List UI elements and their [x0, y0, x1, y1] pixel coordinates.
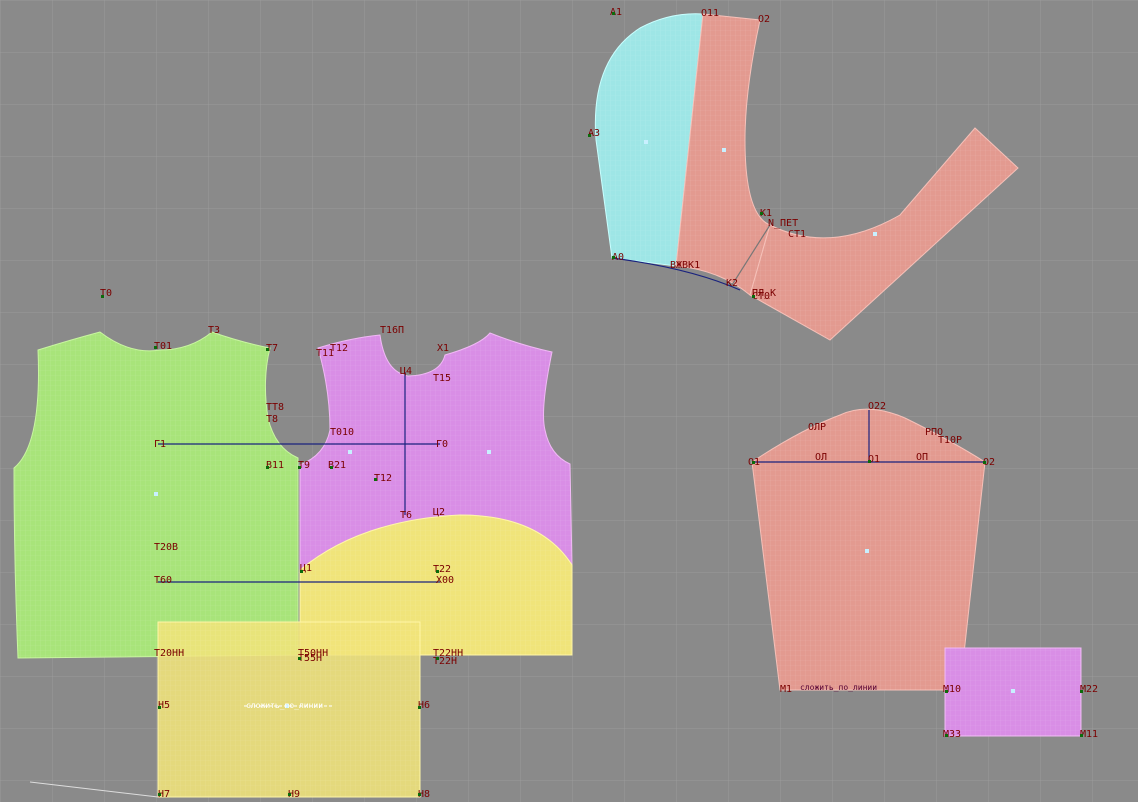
point-label-M10: M10	[943, 684, 961, 695]
point-label-X1: X1	[437, 343, 449, 354]
point-label-H6: H6	[418, 700, 430, 711]
point-label-B11: B11	[266, 460, 284, 471]
point-label-T15: T15	[433, 373, 451, 384]
point-label-OL: OЛ	[815, 452, 827, 463]
point-label-T20HH: T20HH	[154, 648, 184, 659]
point-label-H5: H5	[158, 700, 170, 711]
point-label-BK1: BЖBK1	[670, 260, 700, 271]
point-label-T3: T3	[208, 325, 220, 336]
point-label-T20B: T20B	[154, 542, 178, 553]
point-label-A1: A1	[610, 7, 622, 18]
point-label-N-PET: N_ПЕТ	[768, 218, 798, 229]
point-label-U4: Ц4	[400, 366, 412, 377]
point-label-T8: T8	[266, 414, 278, 425]
point-label-X00: X00	[436, 575, 454, 586]
pattern-canvas[interactable]: T0 T01 T3 T7 TT8 T8 Г1 B11 T9 B21 T010 T…	[0, 0, 1138, 802]
point-label-U2: Ц2	[433, 507, 445, 518]
pocket-fold-text: сложить_по_линии	[246, 701, 323, 710]
point-label-T55H: T55H	[298, 653, 322, 664]
point-label-O2: O2	[758, 14, 770, 25]
point-label-T6b: T6	[400, 510, 412, 521]
point-label-TT8: TT8	[266, 402, 284, 413]
point-label-OP: OП	[916, 452, 928, 463]
point-label-T10P: T10P	[938, 435, 962, 446]
point-label-O11: O11	[701, 8, 719, 19]
point-label-G0: Г0	[436, 439, 448, 450]
point-label-O22: O22	[868, 401, 886, 412]
point-label-T12x: T12	[330, 343, 348, 354]
point-label-CT1: CT1	[788, 229, 806, 240]
point-label-T22: T22	[433, 564, 451, 575]
point-label-M22: M22	[1080, 684, 1098, 695]
point-label-M1: M1	[780, 684, 792, 695]
point-label-T60: T60	[154, 575, 172, 586]
point-label-T16P: T16П	[380, 325, 404, 336]
point-label-G1: Г1	[154, 439, 166, 450]
point-label-T9: T9	[298, 460, 310, 471]
point-label-OLP: OЛP	[808, 422, 826, 433]
point-label-A3: A3	[588, 128, 600, 139]
sleeve-fold-text: сложить_по_линии	[800, 683, 877, 692]
point-label-B21: B21	[328, 460, 346, 471]
point-label-T010: T010	[330, 427, 354, 438]
point-label-O1x: O1	[868, 454, 880, 465]
point-label-K2: K2	[726, 278, 738, 289]
